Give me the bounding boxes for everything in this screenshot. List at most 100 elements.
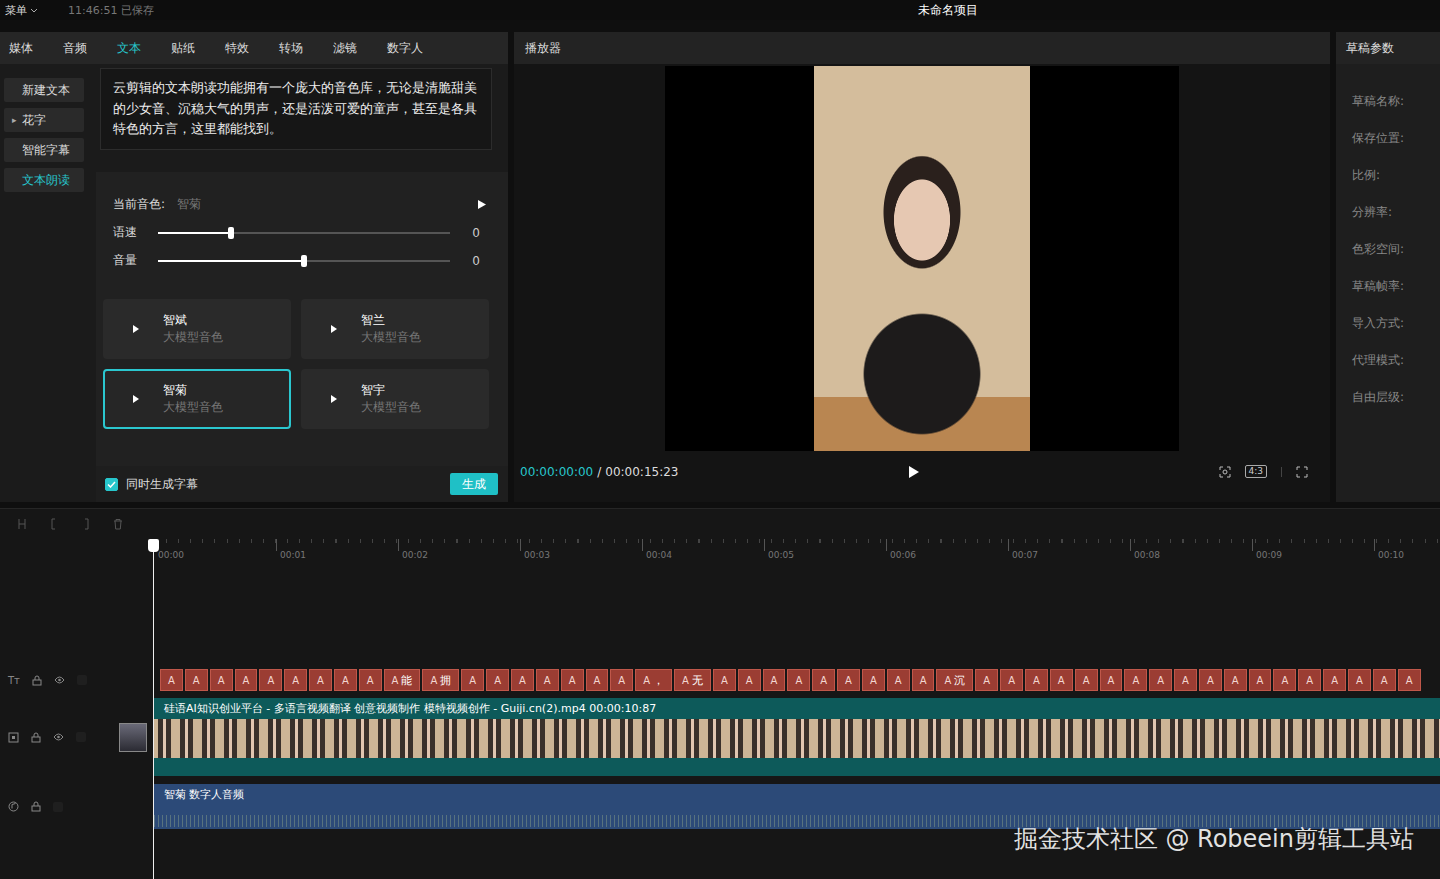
subtitle-clip[interactable]: A	[1149, 669, 1172, 691]
split-icon[interactable]	[16, 518, 28, 530]
subtitle-clip[interactable]: A	[284, 669, 307, 691]
tab[interactable]: 文本	[117, 40, 171, 57]
menu-button[interactable]: 菜单	[5, 3, 38, 18]
subtitle-clip[interactable]: A拥	[422, 669, 459, 691]
tab[interactable]: 转场	[279, 40, 333, 57]
track-option[interactable]	[76, 732, 86, 742]
lock-icon[interactable]	[31, 801, 41, 812]
subtitle-clip[interactable]: A	[862, 669, 885, 691]
tab[interactable]: 贴纸	[171, 40, 225, 57]
subtitle-clip[interactable]: A	[309, 669, 332, 691]
tab[interactable]: 媒体	[9, 40, 63, 57]
eye-icon[interactable]	[54, 676, 65, 684]
voice-name: 智菊	[163, 382, 223, 399]
subtitle-clip[interactable]: A	[586, 669, 609, 691]
subtitle-clip[interactable]: A	[975, 669, 998, 691]
track-option[interactable]	[77, 675, 87, 685]
subtitle-clip[interactable]: A	[511, 669, 534, 691]
generate-button[interactable]: 生成	[450, 473, 498, 495]
play-icon[interactable]	[909, 466, 919, 478]
subtitle-clip[interactable]: A能	[384, 669, 421, 691]
subtitle-clip[interactable]: A	[787, 669, 810, 691]
subtitle-clip[interactable]: A	[1000, 669, 1023, 691]
subtitle-clip[interactable]: A	[837, 669, 860, 691]
subtitle-clip[interactable]: A	[713, 669, 736, 691]
subtitle-clip[interactable]: A	[160, 669, 183, 691]
subtitle-clip[interactable]: A	[1050, 669, 1073, 691]
eye-icon[interactable]	[53, 733, 64, 741]
voice-card[interactable]: 智斌 大模型音色	[103, 299, 291, 359]
subtitle-clip[interactable]: A	[561, 669, 584, 691]
sidebar-item[interactable]: 文本朗读	[4, 168, 84, 192]
subtitle-clip[interactable]: A	[1199, 669, 1222, 691]
playhead[interactable]	[153, 539, 154, 879]
trim-left-icon[interactable]	[48, 518, 60, 530]
subtitle-clip[interactable]: A	[1025, 669, 1048, 691]
tab[interactable]: 滤镜	[333, 40, 387, 57]
subtitle-clip[interactable]: A无	[674, 669, 711, 691]
text-input[interactable]: 云剪辑的文本朗读功能拥有一个庞大的音色库，无论是清脆甜美的少女音、沉稳大气的男声…	[100, 68, 492, 150]
trash-icon[interactable]	[112, 518, 124, 530]
subtitle-clip[interactable]: A	[1398, 669, 1421, 691]
tab[interactable]: 特效	[225, 40, 279, 57]
sidebar-item[interactable]: 新建文本	[4, 78, 84, 102]
subtitle-clip[interactable]: A	[359, 669, 382, 691]
voice-card[interactable]: 智菊 大模型音色	[103, 369, 291, 429]
subtitle-clip[interactable]: A	[1124, 669, 1147, 691]
subtitle-clip[interactable]: A	[1373, 669, 1396, 691]
slider-knob[interactable]	[301, 255, 307, 267]
subtitle-clip[interactable]: A	[1075, 669, 1098, 691]
subtitle-clip[interactable]: A	[610, 669, 633, 691]
subtitle-clip[interactable]: A	[1348, 669, 1371, 691]
subtitle-clip[interactable]: A	[461, 669, 484, 691]
play-icon[interactable]	[133, 325, 139, 333]
track-option[interactable]	[53, 802, 63, 812]
subtitle-clip[interactable]: A	[812, 669, 835, 691]
subtitle-clip[interactable]: A沉	[936, 669, 973, 691]
subtitle-clip[interactable]: A	[210, 669, 233, 691]
tab[interactable]: 数字人	[387, 40, 441, 57]
subtitle-clip[interactable]: A	[259, 669, 282, 691]
lock-icon[interactable]	[31, 732, 41, 743]
time-ruler[interactable]: 00:0000:0100:0200:0300:0400:0500:0600:07…	[154, 539, 1440, 566]
subtitle-clip[interactable]: A	[1224, 669, 1247, 691]
subtitle-clip[interactable]: A	[185, 669, 208, 691]
sidebar-item[interactable]: ▸花字	[4, 108, 84, 132]
ratio-button[interactable]: 4:3	[1245, 465, 1267, 478]
audio-clip[interactable]: 智菊 数字人音频	[154, 784, 1440, 829]
subtitle-clip[interactable]: A	[1323, 669, 1346, 691]
subtitle-clip[interactable]: A，	[635, 669, 672, 691]
subtitle-clip[interactable]: A	[1174, 669, 1197, 691]
subtitle-clip[interactable]: A	[1100, 669, 1123, 691]
subtitle-clip[interactable]: A	[1249, 669, 1272, 691]
subtitle-clip[interactable]: A	[1298, 669, 1321, 691]
subtitle-clip[interactable]: A	[763, 669, 786, 691]
subtitle-checkbox[interactable]: 同时生成字幕	[105, 476, 198, 493]
trim-right-icon[interactable]	[80, 518, 92, 530]
play-icon[interactable]	[331, 325, 337, 333]
screenshot-icon[interactable]	[1219, 466, 1231, 478]
voice-card[interactable]: 智宇 大模型音色	[301, 369, 489, 429]
subtitle-clip[interactable]: A	[334, 669, 357, 691]
play-icon[interactable]	[133, 395, 139, 403]
video-clip[interactable]: 硅语AI知识创业平台 - 多语言视频翻译 创意视频制作 模特视频创作 - Gui…	[154, 698, 1440, 776]
subtitle-clip[interactable]: A	[887, 669, 910, 691]
sidebar-item[interactable]: 智能字幕	[4, 138, 84, 162]
slider[interactable]	[158, 260, 450, 262]
panel-header: 播放器	[514, 32, 1330, 64]
voice-card[interactable]: 智兰 大模型音色	[301, 299, 489, 359]
lock-icon[interactable]	[32, 675, 42, 686]
subtitle-clip[interactable]: A	[235, 669, 258, 691]
track-cover[interactable]	[119, 723, 147, 752]
subtitle-clip[interactable]: A	[912, 669, 935, 691]
play-icon[interactable]	[331, 395, 337, 403]
subtitle-clip[interactable]: A	[536, 669, 559, 691]
fullscreen-icon[interactable]	[1296, 466, 1308, 478]
subtitle-clip[interactable]: A	[1273, 669, 1296, 691]
subtitle-clip[interactable]: A	[486, 669, 509, 691]
slider[interactable]	[158, 232, 450, 234]
play-icon[interactable]	[478, 200, 486, 209]
subtitle-clip[interactable]: A	[738, 669, 761, 691]
tab[interactable]: 音频	[63, 40, 117, 57]
slider-knob[interactable]	[228, 227, 234, 239]
